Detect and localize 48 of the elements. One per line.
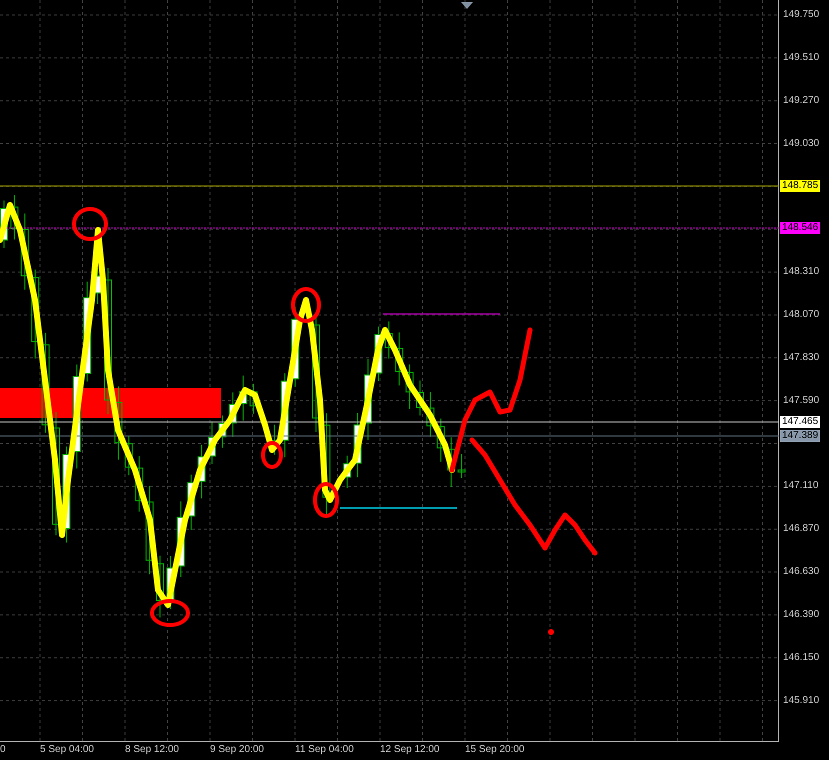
time-label: 8 Sep 12:00 xyxy=(125,744,179,756)
time-label: 0 xyxy=(0,744,6,756)
price-label: 146.150 xyxy=(783,652,820,664)
price-label: 149.510 xyxy=(783,52,820,64)
candlestick xyxy=(208,420,216,464)
circle-mark xyxy=(72,207,108,241)
candlestick xyxy=(458,454,466,478)
price-label: 149.270 xyxy=(783,94,820,107)
price-label: 148.310 xyxy=(783,266,820,278)
candlestick xyxy=(374,326,382,382)
circle-mark xyxy=(313,482,339,518)
time-label: 5 Sep 04:00 xyxy=(40,744,94,756)
candlestick xyxy=(343,455,352,489)
price-marker: 147.389 xyxy=(780,430,820,442)
time-label: 11 Sep 04:00 xyxy=(295,744,354,756)
circle-mark xyxy=(150,599,190,627)
price-label: 149.750 xyxy=(783,9,820,21)
price-marker: 148.546 xyxy=(780,222,820,234)
candlestick xyxy=(384,320,393,360)
price-label: 146.390 xyxy=(783,608,820,621)
candlestick xyxy=(250,383,258,414)
candlestick xyxy=(94,268,102,304)
time-label: 15 Sep 20:00 xyxy=(465,744,524,756)
candlestick xyxy=(270,424,278,456)
price-label: 147.590 xyxy=(783,394,820,407)
circle-mark xyxy=(291,287,321,323)
candlestick xyxy=(218,414,226,448)
price-label: 146.630 xyxy=(783,566,820,578)
candlestick xyxy=(187,474,196,530)
candlestick xyxy=(198,444,206,499)
dot-mark xyxy=(548,629,554,635)
candlestick xyxy=(354,412,362,478)
price-label: 146.870 xyxy=(783,523,820,536)
candlestick xyxy=(0,200,8,248)
time-label: 12 Sep 12:00 xyxy=(380,744,440,756)
price-label: 147.110 xyxy=(783,480,818,492)
price-marker: 147.465 xyxy=(780,416,820,428)
price-label: 145.910 xyxy=(783,694,820,707)
candlestick xyxy=(166,556,174,610)
price-label: 149.030 xyxy=(783,138,820,150)
price-marker: 148.785 xyxy=(780,180,820,192)
price-label: 147.830 xyxy=(783,352,820,364)
time-label: 9 Sep 20:00 xyxy=(210,744,264,756)
candlestick xyxy=(416,380,424,416)
candlestick xyxy=(228,392,237,438)
price-label: 148.070 xyxy=(783,308,820,321)
circle-mark xyxy=(261,441,283,469)
shift-marker-icon[interactable] xyxy=(461,2,473,9)
